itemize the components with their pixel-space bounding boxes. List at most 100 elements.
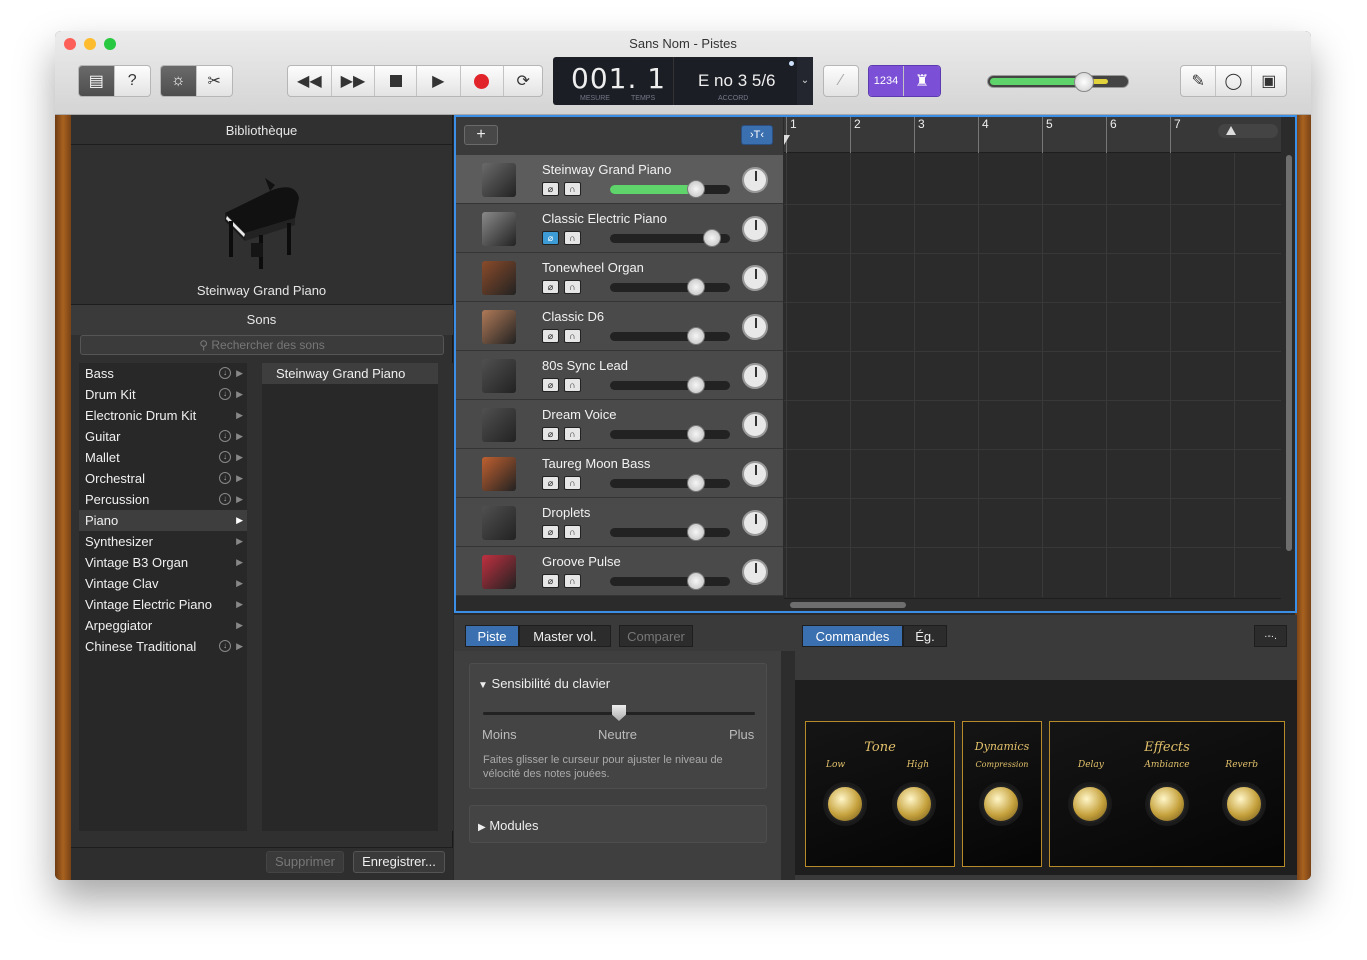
category-item[interactable]: Chinese Traditional ↓ ▶ (79, 636, 247, 657)
solo-button[interactable]: ∩ (564, 525, 581, 539)
pan-knob[interactable] (742, 216, 768, 242)
pan-knob[interactable] (742, 265, 768, 291)
rewind-button[interactable]: ◀◀ (288, 66, 332, 96)
fast-forward-button[interactable]: ▶▶ (332, 66, 376, 96)
mute-button[interactable]: ⌀ (542, 378, 559, 392)
playhead-marker[interactable] (784, 135, 790, 145)
horizontal-scrollbar[interactable] (784, 598, 1281, 611)
track-volume-slider[interactable] (610, 327, 730, 345)
track-volume-knob[interactable] (687, 474, 706, 492)
track-header[interactable]: Droplets ⌀ ∩ (456, 498, 783, 547)
delay-knob[interactable] (1071, 785, 1109, 823)
compression-knob[interactable] (982, 785, 1020, 823)
category-item[interactable]: Bass ↓ ▶ (79, 363, 247, 384)
track-header[interactable]: Steinway Grand Piano ⌀ ∩ (456, 155, 783, 204)
download-icon[interactable]: ↓ (219, 640, 231, 652)
solo-button[interactable]: ∩ (564, 182, 581, 196)
media-browser-button[interactable]: ▣ (1252, 66, 1286, 96)
category-item[interactable]: Vintage Clav ▶ (79, 573, 247, 594)
pan-knob[interactable] (742, 314, 768, 340)
tab-eq[interactable]: Ég. (903, 625, 947, 647)
solo-button[interactable]: ∩ (564, 280, 581, 294)
track-header[interactable]: Groove Pulse ⌀ ∩ (456, 547, 783, 596)
track-volume-knob[interactable] (687, 425, 706, 443)
track-header[interactable]: Classic Electric Piano ⌀ ∩ (456, 204, 783, 253)
timeline-ruler[interactable]: 1 2 3 4 5 6 7 (784, 117, 1281, 153)
library-button[interactable]: ▤ (79, 66, 115, 96)
mute-button[interactable]: ⌀ (542, 427, 559, 441)
solo-button[interactable]: ∩ (564, 329, 581, 343)
mute-button[interactable]: ⌀ (542, 280, 559, 294)
track-volume-slider[interactable] (610, 474, 730, 492)
play-button[interactable]: ▶ (417, 66, 461, 96)
category-item[interactable]: Arpeggiator ▶ (79, 615, 247, 636)
category-item[interactable]: Drum Kit ↓ ▶ (79, 384, 247, 405)
lcd-dropdown-icon[interactable]: ⌄ (797, 57, 813, 105)
solo-button[interactable]: ∩ (564, 476, 581, 490)
track-header[interactable]: 80s Sync Lead ⌀ ∩ (456, 351, 783, 400)
notepad-button[interactable]: ✎ (1181, 66, 1217, 96)
pan-knob[interactable] (742, 559, 768, 585)
category-item[interactable]: Vintage B3 Organ ▶ (79, 552, 247, 573)
track-header[interactable]: Classic D6 ⌀ ∩ (456, 302, 783, 351)
info-toggle-button[interactable]: ·-·. (1254, 625, 1287, 647)
track-volume-slider[interactable] (610, 572, 730, 590)
tuner-button[interactable]: ⁄ (823, 65, 859, 97)
solo-button[interactable]: ∩ (564, 427, 581, 441)
mute-button[interactable]: ⌀ (542, 574, 559, 588)
category-item[interactable]: Percussion ↓ ▶ (79, 489, 247, 510)
track-volume-slider[interactable] (610, 523, 730, 541)
sensitivity-slider-knob[interactable] (612, 705, 626, 721)
track-volume-knob[interactable] (687, 278, 706, 296)
add-track-button[interactable]: + (464, 125, 498, 145)
zoom-slider[interactable] (1218, 124, 1278, 138)
mute-button[interactable]: ⌀ (542, 231, 559, 245)
reverb-knob[interactable] (1225, 785, 1263, 823)
track-volume-slider[interactable] (610, 376, 730, 394)
download-icon[interactable]: ↓ (219, 451, 231, 463)
track-volume-knob[interactable] (687, 180, 706, 198)
sensitivity-slider[interactable] (483, 705, 755, 721)
tab-track[interactable]: Piste (465, 625, 519, 647)
download-icon[interactable]: ↓ (219, 367, 231, 379)
sensitivity-title-row[interactable]: ▼ Sensibilité du clavier (478, 676, 610, 691)
category-item[interactable]: Vintage Electric Piano ▶ (79, 594, 247, 615)
ambiance-knob[interactable] (1148, 785, 1186, 823)
help-button[interactable]: ? (115, 66, 151, 96)
track-volume-knob[interactable] (687, 523, 706, 541)
compare-button[interactable]: Comparer (619, 625, 693, 647)
playhead-snap-button[interactable]: ›T‹ (741, 125, 773, 145)
track-volume-slider[interactable] (610, 278, 730, 296)
cycle-button[interactable]: ⟳ (504, 66, 542, 96)
pan-knob[interactable] (742, 363, 768, 389)
master-volume-slider[interactable] (987, 72, 1129, 92)
track-header[interactable]: Tonewheel Organ ⌀ ∩ (456, 253, 783, 302)
category-item[interactable]: Orchestral ↓ ▶ (79, 468, 247, 489)
solo-button[interactable]: ∩ (564, 378, 581, 392)
horizontal-scroll-thumb[interactable] (790, 602, 906, 608)
vertical-scrollbar[interactable] (1283, 155, 1295, 598)
download-icon[interactable]: ↓ (219, 388, 231, 400)
track-volume-slider[interactable] (610, 229, 730, 247)
count-in-button[interactable]: 1234 (869, 66, 905, 96)
sound-search-input[interactable]: ⚲ Rechercher des sons (80, 335, 444, 355)
track-header[interactable]: Taureg Moon Bass ⌀ ∩ (456, 449, 783, 498)
editors-button[interactable]: ✂ (197, 66, 233, 96)
delete-button[interactable]: Supprimer (266, 851, 344, 873)
solo-button[interactable]: ∩ (564, 231, 581, 245)
master-volume-knob[interactable] (1074, 72, 1094, 92)
download-icon[interactable]: ↓ (219, 430, 231, 442)
patch-item[interactable]: Steinway Grand Piano (262, 363, 438, 384)
category-item[interactable]: Guitar ↓ ▶ (79, 426, 247, 447)
track-header[interactable]: Dream Voice ⌀ ∩ (456, 400, 783, 449)
tab-controls[interactable]: Commandes (802, 625, 903, 647)
high-knob[interactable] (895, 785, 933, 823)
track-volume-slider[interactable] (610, 425, 730, 443)
download-icon[interactable]: ↓ (219, 472, 231, 484)
pan-knob[interactable] (742, 510, 768, 536)
track-volume-slider[interactable] (610, 180, 730, 198)
metronome-button[interactable]: ♜ (904, 66, 940, 96)
tab-master-volume[interactable]: Master vol. (519, 625, 611, 647)
track-volume-knob[interactable] (687, 572, 706, 590)
modules-group[interactable]: ▶ Modules (469, 805, 767, 843)
